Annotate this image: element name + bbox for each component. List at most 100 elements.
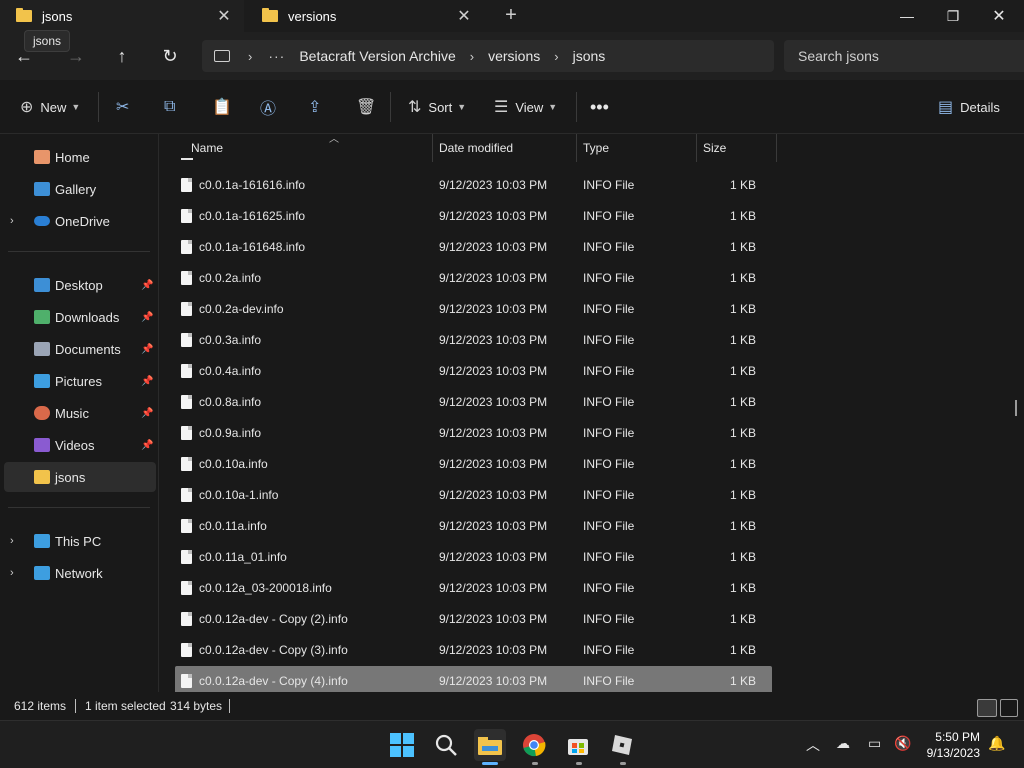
file-row[interactable]: c0.0.12a-dev - Copy (2).info 9/12/2023 10… <box>175 604 772 634</box>
search-input[interactable]: Search jsons <box>784 40 1024 72</box>
sidebar-item-documents[interactable]: Documents 📌 <box>0 334 158 364</box>
details-button[interactable]: ▤ Details <box>938 92 1000 122</box>
file-row[interactable]: c0.0.12a-dev - Copy (3).info 9/12/2023 10… <box>175 635 772 665</box>
maximize-button[interactable]: ❐ <box>930 0 976 32</box>
refresh-button[interactable]: ↻ <box>156 42 184 70</box>
folder-icon <box>16 8 32 22</box>
display-tray-icon[interactable]: ▭ <box>868 735 881 752</box>
sort-button[interactable]: ⇅ Sort ▼ <box>408 92 466 122</box>
details-view-button[interactable] <box>977 699 997 717</box>
chevron-right-icon[interactable]: › <box>240 49 260 64</box>
file-row[interactable]: c0.0.8a.info 9/12/2023 10:03 PM INFO File 1… <box>175 387 772 417</box>
tab-versions[interactable]: versions ✕ <box>246 0 484 32</box>
new-button[interactable]: ⊕ New ▼ <box>20 92 80 122</box>
sidebar-item-desktop[interactable]: Desktop 📌 <box>0 270 158 300</box>
view-button[interactable]: ☰ View ▼ <box>494 92 557 122</box>
file-row[interactable]: c0.0.9a.info 9/12/2023 10:03 PM INFO File 1… <box>175 418 772 448</box>
sidebar-item-gallery[interactable]: Gallery <box>0 174 158 204</box>
pin-icon[interactable]: 📌 <box>141 376 153 387</box>
sidebar-item-jsons[interactable]: jsons <box>4 462 156 492</box>
pin-icon[interactable]: 📌 <box>141 408 153 419</box>
file-size: 1 KB <box>729 302 756 316</box>
pin-icon[interactable]: 📌 <box>141 440 153 451</box>
chevron-right-icon[interactable]: › <box>10 215 14 227</box>
file-row[interactable]: c0.0.4a.info 9/12/2023 10:03 PM INFO File 1… <box>175 356 772 386</box>
search-button[interactable] <box>430 729 462 761</box>
file-row[interactable]: c0.0.11a_01.info 9/12/2023 10:03 PM INFO F… <box>175 542 772 572</box>
copy-button[interactable]: ⧉ <box>164 92 182 122</box>
file-row[interactable]: c0.0.11a.info 9/12/2023 10:03 PM INFO File… <box>175 511 772 541</box>
file-icon <box>181 302 192 316</box>
file-row[interactable]: c0.0.10a.info 9/12/2023 10:03 PM INFO File… <box>175 449 772 479</box>
scrollbar-thumb[interactable] <box>1015 400 1017 416</box>
new-tab-button[interactable]: + <box>500 4 522 27</box>
chevron-right-icon[interactable]: › <box>10 567 14 579</box>
file-row[interactable]: c0.0.2a.info 9/12/2023 10:03 PM INFO File 1… <box>175 263 772 293</box>
close-window-button[interactable]: ✕ <box>976 0 1022 32</box>
notification-bell-icon[interactable]: 🔔 <box>988 735 1005 752</box>
share-button[interactable]: ⇪ <box>308 92 328 122</box>
chevron-up-icon[interactable]: ︿ <box>806 735 820 755</box>
chevron-right-icon[interactable]: › <box>10 535 14 547</box>
paste-button[interactable]: 📋 <box>212 92 239 122</box>
chevron-right-icon[interactable]: › <box>462 49 482 64</box>
column-header-name[interactable]: Name ︿ <box>185 134 433 162</box>
tiles-view-button[interactable] <box>1000 699 1018 717</box>
selection-count: 1 item selected <box>85 699 166 713</box>
up-button[interactable]: ↑ <box>108 42 136 70</box>
system-clock[interactable]: 5:50 PM 9/13/2023 <box>918 729 980 761</box>
taskbar-file-explorer[interactable] <box>474 729 506 761</box>
sidebar-item-music[interactable]: Music 📌 <box>0 398 158 428</box>
file-row[interactable]: c0.0.1a-161625.info 9/12/2023 10:03 PM INF… <box>175 201 772 231</box>
column-header-size[interactable]: Size <box>697 134 777 162</box>
chevron-right-icon[interactable]: › <box>546 49 566 64</box>
file-type: INFO File <box>583 457 635 471</box>
file-row[interactable]: c0.0.2a-dev.info 9/12/2023 10:03 PM INFO F… <box>175 294 772 324</box>
file-date: 9/12/2023 10:03 PM <box>439 178 548 192</box>
file-size: 1 KB <box>729 364 756 378</box>
column-header-type[interactable]: Type <box>577 134 697 162</box>
pin-icon[interactable]: 📌 <box>141 280 153 291</box>
breadcrumb-archive[interactable]: Betacraft Version Archive <box>293 48 461 64</box>
onedrive-tray-icon[interactable]: ☁ <box>836 735 850 752</box>
file-row[interactable]: c0.0.1a-161648.info 9/12/2023 10:03 PM INF… <box>175 232 772 262</box>
file-row[interactable]: c0.0.12a_03-200018.info 9/12/2023 10:03 P… <box>175 573 772 603</box>
clock-time: 5:50 PM <box>935 730 980 744</box>
taskbar-chrome[interactable] <box>518 729 550 761</box>
sidebar-item-this-pc[interactable]: › This PC <box>0 526 158 556</box>
minimize-button[interactable]: — <box>884 0 930 32</box>
breadcrumb-versions[interactable]: versions <box>482 48 546 64</box>
file-date: 9/12/2023 10:03 PM <box>439 395 548 409</box>
rename-button[interactable]: Ⓐ <box>260 92 283 122</box>
file-row[interactable]: c0.0.10a-1.info 9/12/2023 10:03 PM INFO Fi… <box>175 480 772 510</box>
sidebar-item-network[interactable]: › Network <box>0 558 158 588</box>
sidebar-item-home[interactable]: Home <box>0 142 158 172</box>
breadcrumb[interactable]: › ··· Betacraft Version Archive › versio… <box>202 40 774 72</box>
tab-jsons[interactable]: jsons ✕ <box>0 0 244 32</box>
pin-icon[interactable]: 📌 <box>141 312 153 323</box>
sidebar-item-onedrive[interactable]: › OneDrive <box>0 206 158 236</box>
breadcrumb-jsons[interactable]: jsons <box>567 48 612 64</box>
close-tab-icon[interactable]: ✕ <box>454 6 474 26</box>
pin-icon[interactable]: 📌 <box>141 344 153 355</box>
delete-button[interactable]: 🗑 <box>356 92 383 122</box>
file-row[interactable]: c0.0.3a.info 9/12/2023 10:03 PM INFO File 1… <box>175 325 772 355</box>
this-pc-icon[interactable] <box>214 50 230 62</box>
file-size: 1 KB <box>729 550 756 564</box>
file-name: c0.0.2a-dev.info <box>199 302 284 316</box>
sidebar-item-downloads[interactable]: Downloads 📌 <box>0 302 158 332</box>
more-crumbs-icon[interactable]: ··· <box>260 48 293 64</box>
file-name: c0.0.1a-161616.info <box>199 178 306 192</box>
start-button[interactable] <box>386 729 418 761</box>
column-header-date[interactable]: Date modified <box>433 134 577 162</box>
sidebar-item-videos[interactable]: Videos 📌 <box>0 430 158 460</box>
file-row[interactable]: c0.0.1a-161616.info 9/12/2023 10:03 PM INF… <box>175 170 772 200</box>
taskbar-roblox[interactable] <box>606 729 638 761</box>
cut-button[interactable]: ✂ <box>116 92 136 122</box>
sidebar-item-pictures[interactable]: Pictures 📌 <box>0 366 158 396</box>
volume-muted-icon[interactable]: 🔇 <box>894 735 911 752</box>
file-date: 9/12/2023 10:03 PM <box>439 581 548 595</box>
taskbar-store[interactable] <box>562 729 594 761</box>
close-tab-icon[interactable]: ✕ <box>214 6 234 26</box>
more-options-button[interactable]: ••• <box>590 92 609 122</box>
